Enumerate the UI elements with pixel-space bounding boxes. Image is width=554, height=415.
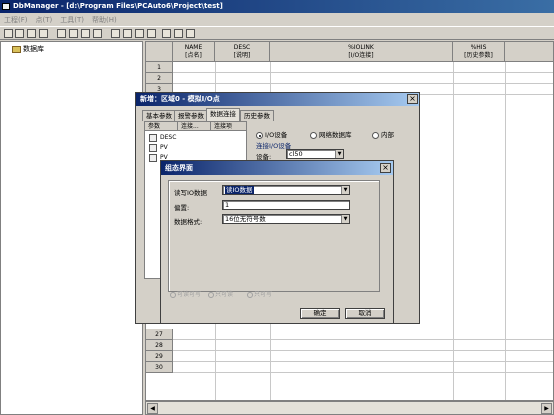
radio-icon [170,291,176,298]
table-row[interactable] [173,73,553,84]
radio-icon [372,131,379,139]
scroll-right-icon[interactable]: ▶ [541,403,552,414]
window-title: DbManager - [d:\Program Files\PCAuto6\Pr… [13,2,223,10]
radio-network-db[interactable]: 网络数据库 [310,129,352,139]
param-row[interactable]: PV [145,143,246,152]
database-icon [12,45,21,53]
row-number[interactable]: 27 [146,329,173,340]
menu-bar: 工程(F) 点(T) 工具(T) 帮助(H) [0,13,554,26]
tab-basic[interactable]: 基本参数 [142,110,176,121]
window-title-bar[interactable]: DbManager - [d:\Program Files\PCAuto6\Pr… [0,0,554,13]
chevron-down-icon[interactable]: ▼ [341,215,349,223]
tab-alarm[interactable]: 报警参数 [174,110,208,121]
add-point-icon[interactable] [57,29,66,38]
offset-label: 偏置: [174,204,190,212]
link-icon[interactable] [93,29,102,38]
dialog-title-bar[interactable]: 组态界面 [161,161,393,175]
row-number[interactable]: 30 [146,362,173,373]
device-select[interactable]: cl50 ▼ [286,149,344,159]
menu-tools[interactable]: 工具(T) [56,15,88,25]
delete-icon[interactable] [147,29,156,38]
radio-icon [208,291,214,298]
column-header-empty [505,42,553,62]
read-io-select[interactable]: 读IO数据 ▼ [222,185,350,195]
edit-point-icon[interactable] [69,29,78,38]
paste-icon[interactable] [123,29,132,38]
help-icon[interactable] [174,29,183,38]
read-label: 读写IO数据 [174,189,208,197]
column-header-iolink[interactable]: %IOLINK [I/O连接] [270,42,453,62]
tree-pane [0,41,143,415]
radio-checked-icon [256,131,263,139]
radio-read-write: 可读可写 [170,289,201,298]
row-number[interactable]: 29 [146,351,173,362]
view-icon[interactable] [135,29,144,38]
corner-cell [146,42,173,62]
format-label: 数据格式: [174,218,203,226]
radio-write-only: 只可写 [247,289,272,298]
chevron-down-icon[interactable]: ▼ [341,186,349,194]
scroll-left-icon[interactable]: ◀ [147,403,158,414]
table-row[interactable] [173,362,553,373]
row-number[interactable]: 2 [146,73,173,84]
menu-help[interactable]: 帮助(H) [88,15,121,25]
import-icon[interactable] [27,29,36,38]
ok-button[interactable]: 确定 [300,308,340,319]
radio-internal[interactable]: 内部 [372,129,394,139]
close-icon[interactable]: × [407,94,418,104]
config-dialog: 组态界面 × 读写IO数据 读IO数据 ▼ 偏置: 1 数据格式: 16位无符号数… [160,160,394,324]
table-row[interactable] [173,340,553,351]
tree-item-label: 数据库 [23,45,44,53]
tab-data-link[interactable]: 数据连接 [206,108,240,121]
menu-point[interactable]: 点(T) [32,15,57,25]
column-header-desc[interactable]: DESC [说明] [215,42,270,62]
horizontal-scrollbar[interactable]: ◀ ▶ [145,401,554,415]
tab-history[interactable]: 历史参数 [240,110,274,121]
chevron-down-icon[interactable]: ▼ [335,150,343,158]
print-icon[interactable] [39,29,48,38]
param-row[interactable]: DESC [145,133,246,142]
radio-icon [247,291,253,298]
column-header-name[interactable]: NAME [点名] [173,42,215,62]
link-header: 连接... [178,122,211,131]
open-icon[interactable] [4,29,13,38]
save-icon[interactable] [15,29,24,38]
param-header: 参数 [145,122,178,131]
menu-project[interactable]: 工程(F) [0,15,32,25]
copy-icon[interactable] [111,29,120,38]
radio-read-only: 只可读 [208,289,233,298]
radio-io-device[interactable]: I/O设备 [256,129,287,139]
format-select[interactable]: 16位无符号数 ▼ [222,214,350,224]
tree-item-database[interactable]: 数据库 [12,44,44,54]
table-row[interactable] [173,62,553,73]
cancel-button[interactable]: 取消 [345,308,385,319]
row-number[interactable]: 28 [146,340,173,351]
row-number[interactable]: 1 [146,62,173,73]
find-point-icon[interactable] [81,29,90,38]
close-icon[interactable]: × [380,163,391,173]
download-icon[interactable] [162,29,171,38]
table-row[interactable] [173,351,553,362]
link-item-header: 连接项 [211,122,246,131]
context-help-icon[interactable] [186,29,195,38]
column-header-his[interactable]: %HIS [历史参数] [453,42,505,62]
app-icon [2,3,10,10]
offset-input[interactable]: 1 [222,200,350,210]
toolbar [0,26,554,40]
dialog-title-bar[interactable]: 新增：区域0 - 模拟I/O点 [136,93,419,106]
table-row[interactable] [173,329,553,340]
radio-icon [310,131,317,139]
